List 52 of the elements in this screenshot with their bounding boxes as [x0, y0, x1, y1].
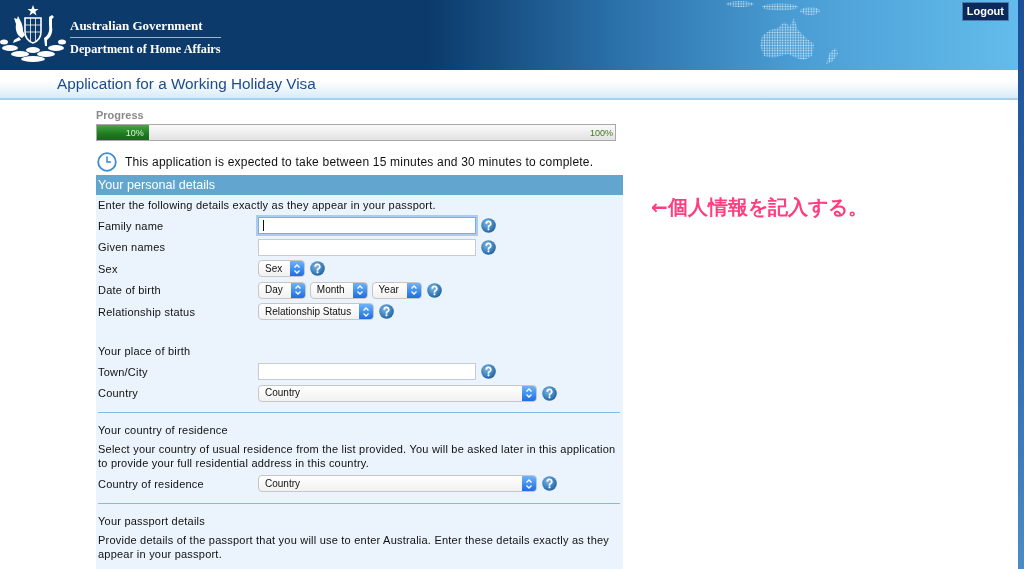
select-dropdown[interactable]: Country [258, 384, 537, 402]
select-arrows-icon [522, 385, 536, 401]
select-dropdown[interactable]: Day [258, 281, 306, 299]
government-name: Australian Government [70, 18, 203, 34]
field-label: Town/City [98, 365, 148, 378]
progress-value: 10% [125, 126, 145, 139]
clock-icon [97, 151, 117, 172]
help-icon[interactable] [542, 476, 557, 492]
group-heading: Your country of residence [98, 424, 228, 436]
group-description: Select your country of usual residence from the list provided. You will be asked later in this application to provide your full residential address in this country. [98, 442, 617, 470]
select-arrows-icon [522, 476, 536, 492]
field-label: Given names [98, 241, 166, 254]
select-arrows-icon [290, 282, 305, 298]
crest-icon [0, 4, 66, 64]
help-icon[interactable] [379, 304, 395, 320]
help-icon[interactable] [426, 282, 442, 298]
select-dropdown[interactable]: Sex [258, 260, 306, 278]
help-icon[interactable] [481, 364, 496, 380]
field-label: Country of residence [98, 477, 204, 490]
group-heading: Your passport details [98, 514, 205, 527]
text-field[interactable] [258, 217, 476, 235]
select-dropdown[interactable]: Year [371, 281, 422, 299]
help-icon[interactable] [481, 218, 496, 234]
text-field[interactable] [258, 238, 476, 256]
text-field[interactable] [258, 363, 476, 381]
select-arrows-icon [406, 282, 421, 298]
help-icon[interactable] [310, 261, 326, 277]
annotation-text: ←個人情報を記入する。 [651, 196, 868, 218]
select-arrows-icon [290, 261, 305, 277]
field-label: Country [98, 387, 139, 400]
select-dropdown[interactable]: Relationship Status [258, 303, 375, 321]
page-title: Application for a Working Holiday Visa [57, 75, 316, 93]
field-label: Sex [98, 262, 118, 275]
field-label: Relationship status [98, 305, 196, 318]
help-icon[interactable] [481, 239, 496, 255]
section-header: Your personal details [96, 175, 623, 195]
field-label: Family name [98, 219, 164, 232]
department-name: Department of Home Affairs [70, 41, 221, 57]
group-heading: Your place of birth [98, 345, 191, 357]
select-arrows-icon [359, 304, 374, 320]
field-label: Date of birth [98, 284, 161, 297]
help-icon[interactable] [542, 385, 557, 401]
select-arrows-icon [352, 282, 367, 298]
logout-button[interactable]: Logout [961, 2, 1009, 21]
duration-note: This application is expected to take between 15 minutes and 30 minutes to complete. [125, 154, 594, 169]
text-cursor-icon [263, 220, 264, 232]
intro-text: Enter the following details exactly as they appear in your passport. [98, 199, 436, 211]
progress-max-label: 100% [589, 126, 614, 139]
select-dropdown[interactable]: Month [309, 281, 368, 299]
select-dropdown[interactable]: Country [258, 475, 537, 493]
group-description: Provide details of the passport that you will use to enter Australia. Enter these details exactly as they appear in your passport. [98, 532, 611, 561]
progress-label: Progress [96, 109, 144, 121]
